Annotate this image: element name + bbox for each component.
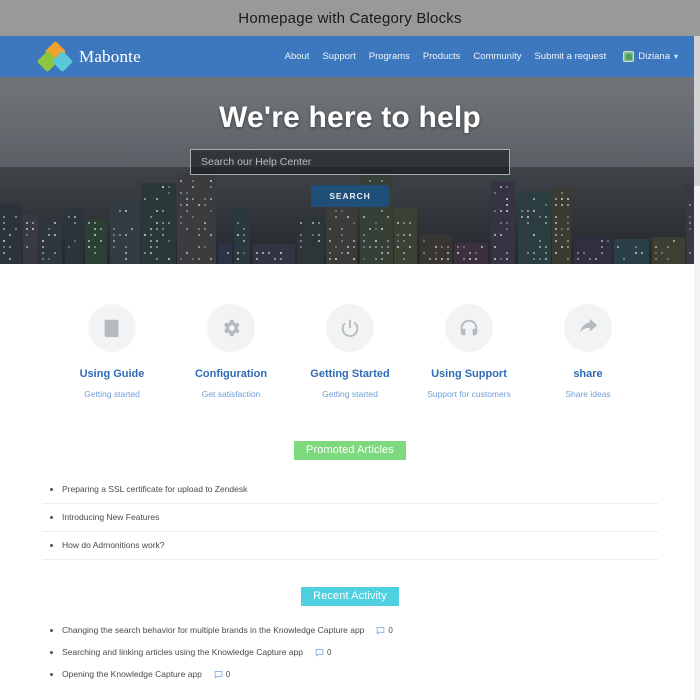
power-icon (326, 304, 374, 352)
category-subtitle[interactable]: Getting started (62, 389, 162, 399)
comment-count-value: 0 (388, 625, 393, 635)
article-title[interactable]: Introducing New Features (62, 512, 159, 522)
list-item[interactable]: How do Admonitions work? (42, 532, 658, 560)
activity-title[interactable]: Changing the search behavior for multipl… (62, 625, 364, 635)
list-item[interactable]: Changing the search behavior for multipl… (42, 619, 658, 641)
comment-count-value: 0 (327, 647, 332, 657)
user-avatar-icon (623, 51, 635, 62)
comment-bubble-icon (377, 626, 385, 635)
nav-item-programs[interactable]: Programs (369, 51, 410, 62)
category-subtitle[interactable]: Getting started (300, 389, 400, 399)
category-block-using-guide[interactable]: Using Guide Getting started (62, 304, 162, 399)
comment-count-value: 0 (225, 669, 231, 679)
category-title: Using Guide (79, 368, 145, 380)
page-root: Homepage with Category Blocks Mabonte Ab… (0, 0, 700, 700)
comment-count: 0 (214, 670, 230, 679)
bullet-icon (50, 650, 53, 654)
book-icon (88, 304, 136, 352)
category-title: Configuration (194, 368, 268, 380)
bullet-icon (50, 487, 53, 491)
gear-icon (207, 304, 255, 352)
category-title: share (573, 368, 603, 380)
share-arrow-icon (564, 304, 612, 352)
recent-activity-section: Recent Activity Changing the search beha… (0, 587, 700, 700)
promoted-articles-badge: Promoted Articles (294, 441, 406, 460)
category-subtitle[interactable]: Support for customers (419, 389, 519, 399)
nav-item-products[interactable]: Products (423, 51, 461, 62)
category-subtitle[interactable]: Get satisfaction (181, 389, 281, 399)
headphones-icon (445, 304, 493, 352)
category-block-share[interactable]: share Share ideas (538, 304, 638, 399)
recent-activity-badge: Recent Activity (301, 587, 399, 606)
nav-item-submit-a-request[interactable]: Submit a request (534, 51, 606, 62)
article-title[interactable]: Preparing a SSL certificate for upload t… (62, 484, 247, 494)
article-title[interactable]: How do Admonitions work? (62, 540, 165, 550)
recent-activity-list: Changing the search behavior for multipl… (42, 619, 658, 685)
hero-banner: We're here to help SEARCH (0, 77, 700, 264)
activity-title[interactable]: Searching and linking articles using the… (62, 647, 303, 657)
user-name: Diziana (638, 51, 670, 62)
category-block-getting-started[interactable]: Getting Started Getting started (300, 304, 400, 399)
diamond-logo-icon (36, 40, 74, 72)
category-block-using-support[interactable]: Using Support Support for customers (419, 304, 519, 399)
category-block-configuration[interactable]: Configuration Get satisfaction (181, 304, 281, 399)
nav-item-community[interactable]: Community (473, 51, 521, 62)
activity-title[interactable]: Opening the Knowledge Capture app (62, 669, 202, 679)
window-titlebar: Homepage with Category Blocks (0, 0, 700, 36)
category-subtitle[interactable]: Share ideas (538, 389, 638, 399)
search-input[interactable] (190, 149, 510, 175)
category-title: Using Support (431, 368, 507, 380)
list-item[interactable]: Preparing a SSL certificate for upload t… (42, 476, 658, 504)
user-menu[interactable]: Diziana ▾ (623, 51, 678, 62)
brand-logo[interactable]: Mabonte (36, 40, 141, 72)
list-item[interactable]: Searching and linking articles using the… (42, 641, 658, 663)
promoted-articles-list: Preparing a SSL certificate for upload t… (42, 476, 658, 560)
hero-title: We're here to help (219, 101, 481, 134)
hero-search-wrap (190, 149, 510, 175)
promoted-articles-section: Promoted Articles Preparing a SSL certif… (0, 441, 700, 560)
list-item[interactable]: Introducing New Features (42, 504, 658, 532)
nav-item-about[interactable]: About (285, 51, 310, 62)
comment-bubble-icon (214, 670, 223, 679)
nav-item-support[interactable]: Support (322, 51, 355, 62)
search-button[interactable]: SEARCH (311, 185, 389, 207)
comment-count: 0 (376, 625, 393, 635)
window-title: Homepage with Category Blocks (238, 9, 462, 27)
bullet-icon (50, 543, 53, 547)
bullet-icon (50, 515, 53, 519)
site-header: Mabonte About Support Programs Products … (0, 36, 700, 77)
comment-bubble-icon (315, 648, 324, 657)
list-item[interactable]: Opening the Knowledge Capture app 0 (42, 663, 658, 685)
comment-count: 0 (315, 648, 331, 657)
chevron-down-icon: ▾ (673, 51, 678, 61)
bullet-icon (50, 672, 53, 676)
main-navigation: About Support Programs Products Communit… (285, 51, 678, 62)
category-blocks: Using Guide Getting started Configuratio… (0, 264, 700, 399)
bullet-icon (50, 628, 53, 632)
category-title: Getting Started (310, 368, 390, 380)
brand-name: Mabonte (79, 46, 141, 66)
